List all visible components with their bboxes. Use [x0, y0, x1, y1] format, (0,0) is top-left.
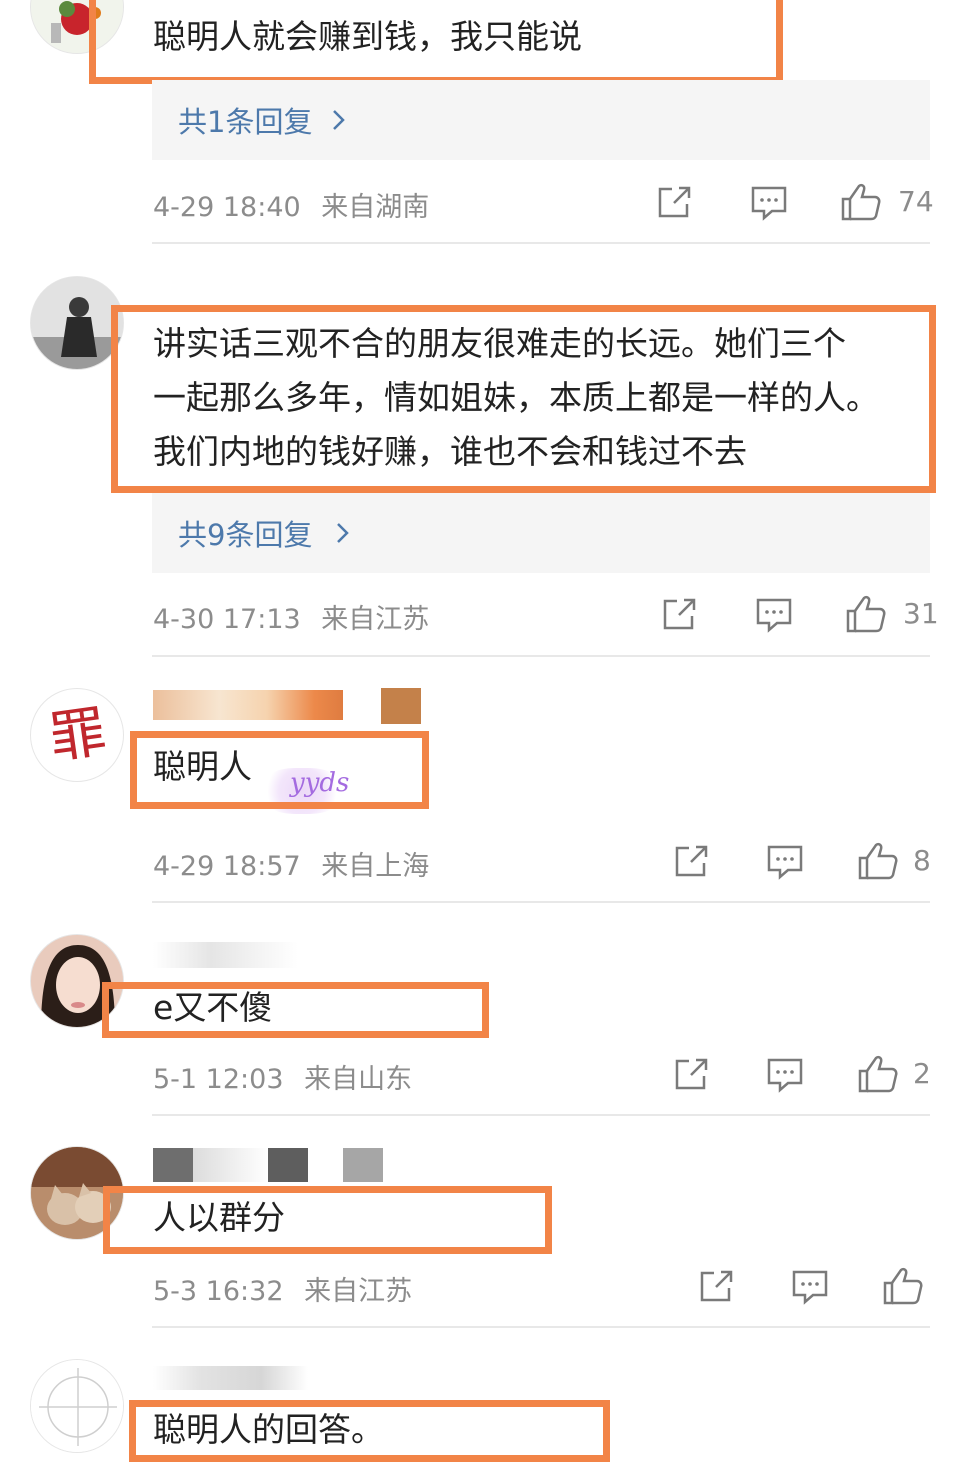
share-icon[interactable]	[661, 596, 699, 632]
comment-icon[interactable]	[791, 1269, 829, 1305]
comment-meta: 4-29 18:40 来自湖南	[153, 185, 429, 224]
avatar-glyph: 罪	[45, 699, 111, 772]
comment-text: 聪明人的回答。	[153, 1410, 384, 1449]
timestamp: 4-30 17:13	[153, 604, 301, 635]
share-icon[interactable]	[673, 1056, 711, 1092]
share-icon[interactable]	[698, 1268, 736, 1304]
timestamp: 5-1 12:03	[153, 1064, 284, 1095]
avatar-cartoon-icon	[31, 0, 123, 53]
timestamp: 4-29 18:57	[153, 851, 301, 882]
comment-icon[interactable]	[750, 185, 788, 221]
avatar[interactable]	[30, 276, 124, 370]
username-redacted	[381, 688, 421, 724]
username-redacted	[343, 1148, 383, 1182]
timestamp: 4-29 18:40	[153, 192, 301, 223]
comment-icon[interactable]	[755, 597, 793, 633]
avatar[interactable]	[30, 934, 124, 1028]
username-redacted	[153, 1366, 308, 1390]
username-redacted	[153, 690, 343, 720]
comment-text: 讲实话三观不合的朋友很难走的长远。她们三个 一起那么多年，情如姐妹，本质上都是一…	[153, 324, 879, 471]
view-replies-button[interactable]: 共1条回复	[152, 80, 930, 160]
thumbs-up-icon[interactable]	[840, 182, 882, 222]
chevron-right-icon	[333, 110, 345, 130]
thumbs-up-icon[interactable]	[857, 1054, 899, 1094]
location: 来自上海	[321, 851, 430, 882]
comment-text: 人以群分	[153, 1198, 285, 1237]
username-redacted	[153, 942, 298, 968]
avatar[interactable]	[30, 0, 124, 54]
comment-text: e又不傻	[153, 988, 273, 1027]
like-count: 31	[903, 597, 939, 630]
timestamp: 5-3 16:32	[153, 1276, 284, 1307]
divider	[152, 242, 930, 244]
replies-label: 共9条回复	[178, 518, 313, 552]
share-icon[interactable]	[656, 184, 694, 220]
location: 来自江苏	[304, 1276, 413, 1307]
location: 来自湖南	[321, 192, 430, 223]
avatar[interactable]	[30, 1359, 124, 1453]
divider	[152, 1114, 930, 1116]
thumbs-up-icon[interactable]	[857, 841, 899, 881]
share-icon[interactable]	[673, 843, 711, 879]
avatar-photo-icon	[31, 277, 123, 369]
comment-text: 聪明人	[153, 747, 252, 786]
avatar[interactable]	[30, 1146, 124, 1240]
yyds-sticker: yyds	[262, 762, 352, 818]
divider	[152, 1326, 930, 1328]
avatar-photo-icon	[31, 935, 123, 1027]
location: 来自江苏	[321, 604, 430, 635]
divider	[152, 901, 930, 903]
comment-text: 聪明人就会赚到钱，我只能说	[153, 17, 582, 56]
like-count: 8	[913, 844, 931, 877]
comment-icon[interactable]	[766, 844, 804, 880]
comment-meta: 4-30 17:13 来自江苏	[153, 597, 429, 636]
comment-icon[interactable]	[766, 1057, 804, 1093]
username-redacted	[268, 1148, 308, 1182]
location: 来自山东	[304, 1064, 413, 1095]
avatar[interactable]: 罪	[30, 688, 124, 782]
comment-meta: 5-1 12:03 来自山东	[153, 1057, 412, 1096]
avatar-kitten-icon	[31, 1147, 123, 1239]
view-replies-button[interactable]: 共9条回复	[152, 493, 930, 573]
chevron-right-icon	[337, 523, 349, 543]
username-redacted	[193, 1148, 268, 1182]
divider	[152, 655, 930, 657]
sticker-label: yyds	[290, 768, 350, 798]
thumbs-up-icon[interactable]	[845, 594, 887, 634]
avatar-crosshair-icon	[31, 1360, 123, 1452]
comment-meta: 5-3 16:32 来自江苏	[153, 1269, 412, 1308]
comment-meta: 4-29 18:57 来自上海	[153, 844, 429, 883]
like-count: 74	[898, 185, 934, 218]
replies-label: 共1条回复	[178, 105, 313, 139]
thumbs-up-icon[interactable]	[882, 1266, 924, 1306]
like-count: 2	[913, 1057, 931, 1090]
username-redacted	[153, 1148, 193, 1182]
